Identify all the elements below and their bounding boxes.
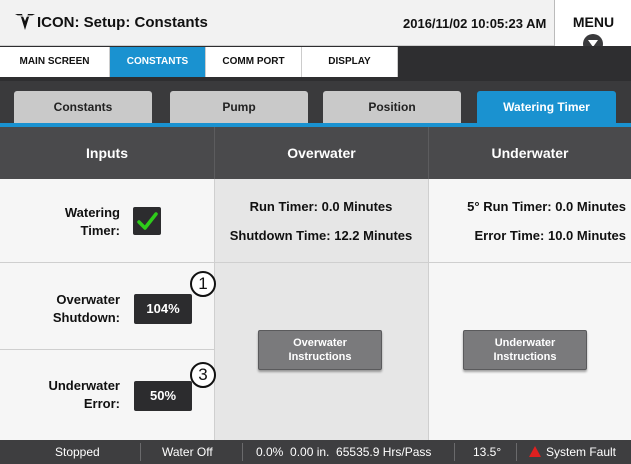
subtab-constants[interactable]: Constants xyxy=(14,91,152,123)
datetime: 2016/11/02 10:05:23 AM xyxy=(403,16,547,31)
divider xyxy=(428,179,429,440)
icon-logo xyxy=(15,14,35,30)
status-water: Water Off xyxy=(162,445,213,459)
header-inputs-label: Inputs xyxy=(86,145,128,161)
overwater-instructions-label-line2: Instructions xyxy=(288,351,352,363)
status-angle: 13.5° xyxy=(473,445,502,459)
overwater-shutdown-label-line2: Shutdown: xyxy=(52,310,120,325)
overwater-instructions-button[interactable]: Overwater Instructions xyxy=(258,330,382,370)
header-inputs: Inputs xyxy=(0,127,214,179)
tab-display[interactable]: DISPLAY xyxy=(302,47,398,77)
callout-1: 1 xyxy=(190,271,216,297)
header-underwater-label: Underwater xyxy=(491,145,569,161)
divider xyxy=(140,443,141,461)
underwater-error-label: Underwater Error: xyxy=(20,377,120,413)
underwater-run-timer: 5° Run Timer: 0.0 Minutes xyxy=(467,199,626,214)
tab-main-screen[interactable]: MAIN SCREEN xyxy=(0,47,110,77)
divider xyxy=(0,349,214,350)
overwater-shutdown-input[interactable]: 104% xyxy=(134,294,192,324)
header-underwater: Underwater4 xyxy=(428,127,631,215)
menu-button[interactable]: MENU xyxy=(554,0,631,54)
header-overwater-label: Overwater xyxy=(287,145,356,161)
callout-3: 3 xyxy=(190,362,216,388)
underwater-error-time: Error Time: 10.0 Minutes xyxy=(474,228,626,243)
status-state: Stopped xyxy=(55,445,100,459)
watering-timer-label-line1: Watering xyxy=(64,205,120,220)
watering-timer-checkbox[interactable] xyxy=(133,207,161,235)
watering-timer-label-line2: Timer: xyxy=(80,223,121,238)
underwater-error-label-line2: Error: xyxy=(83,396,120,411)
status-fault[interactable]: System Fault xyxy=(529,440,616,464)
app-title: ICON: Setup: Constants xyxy=(37,14,208,31)
divider xyxy=(516,443,517,461)
underwater-error-input[interactable]: 50% xyxy=(134,381,192,411)
underwater-column xyxy=(428,179,631,440)
divider xyxy=(0,262,631,263)
overwater-instructions-label-line1: Overwater xyxy=(293,337,347,349)
underwater-error-label-line1: Underwater xyxy=(48,378,120,393)
divider xyxy=(214,179,215,440)
header-overwater: Overwater2 xyxy=(214,127,428,215)
status-bar: Stopped Water Off 0.0% 0.00 in. 65535.9 … xyxy=(0,440,631,464)
overwater-shutdown-label: Overwater Shutdown: xyxy=(20,291,120,327)
overwater-column xyxy=(214,179,428,440)
warning-icon xyxy=(529,446,541,457)
checkmark-icon xyxy=(137,212,158,230)
overwater-run-timer: Run Timer: 0.0 Minutes xyxy=(249,199,393,214)
tab-comm-port[interactable]: COMM PORT xyxy=(206,47,302,77)
main-nav: MAIN SCREEN CONSTANTS COMM PORT DISPLAY xyxy=(0,46,631,81)
status-fault-label: System Fault xyxy=(546,445,617,459)
divider xyxy=(454,443,455,461)
sub-nav: Constants Pump Position Watering Timer xyxy=(0,81,631,127)
subtab-watering-timer[interactable]: Watering Timer xyxy=(477,91,616,127)
status-metrics: 0.0% 0.00 in. 65535.9 Hrs/Pass xyxy=(256,445,432,459)
subtab-position[interactable]: Position xyxy=(323,91,461,123)
menu-label: MENU xyxy=(572,14,615,30)
subtab-pump[interactable]: Pump xyxy=(170,91,308,123)
underwater-instructions-label-line1: Underwater xyxy=(494,337,556,349)
title-bar: ICON: Setup: Constants 2016/11/02 10:05:… xyxy=(0,0,631,54)
divider xyxy=(242,443,243,461)
underwater-instructions-label-line2: Instructions xyxy=(493,351,557,363)
watering-timer-label: Watering Timer: xyxy=(20,204,120,240)
overwater-shutdown-time: Shutdown Time: 12.2 Minutes xyxy=(229,228,413,243)
underwater-instructions-button[interactable]: Underwater Instructions xyxy=(463,330,587,370)
overwater-shutdown-label-line1: Overwater xyxy=(56,292,120,307)
tab-constants[interactable]: CONSTANTS xyxy=(110,47,206,77)
